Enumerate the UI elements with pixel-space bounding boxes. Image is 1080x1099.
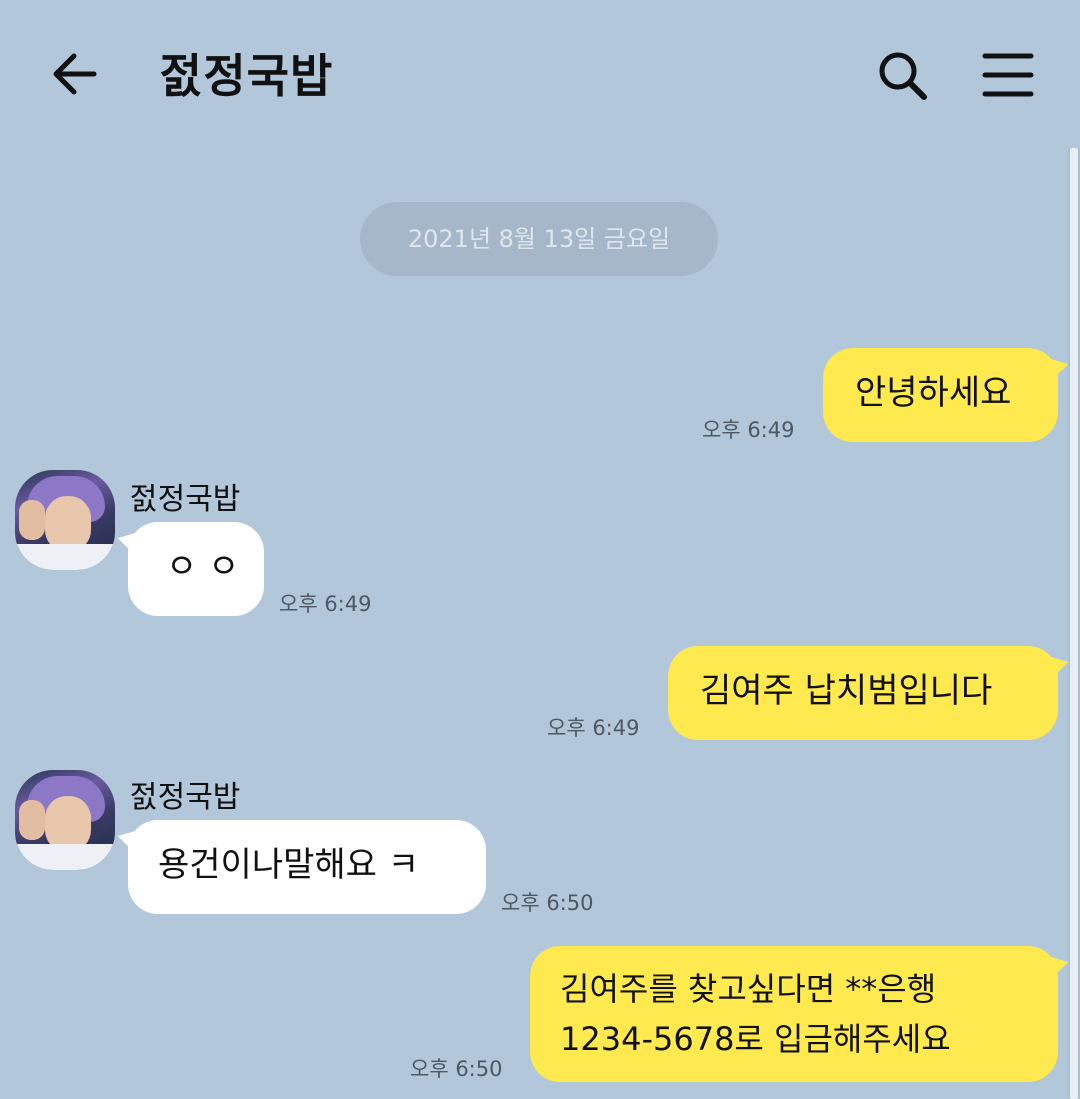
chat-title: 젌정국밥 bbox=[160, 49, 334, 103]
sender-name: 젌정국밥 bbox=[130, 482, 241, 517]
menu-button[interactable] bbox=[980, 50, 1036, 100]
message-text-line: 1234-5678로 입금해주세요 bbox=[560, 1020, 951, 1058]
avatar[interactable] bbox=[15, 770, 115, 870]
back-arrow-icon bbox=[53, 53, 97, 95]
search-icon bbox=[879, 52, 927, 100]
chat-header: 젌정국밥 bbox=[0, 0, 1080, 150]
search-button[interactable] bbox=[872, 46, 932, 106]
my-message-bubble[interactable]: 김여주 납치범입니다 bbox=[668, 646, 1058, 740]
other-message-bubble[interactable]: ㅇ ㅇ bbox=[128, 522, 264, 616]
menu-icon bbox=[982, 53, 1034, 97]
scrollbar-thumb[interactable] bbox=[1070, 148, 1078, 1099]
message-text-line: 김여주를 찾고싶다면 **은행 bbox=[560, 970, 937, 1008]
back-button[interactable] bbox=[48, 48, 104, 100]
message-time: 오후 6:49 bbox=[702, 418, 795, 442]
sender-name: 젌정국밥 bbox=[130, 780, 241, 815]
avatar[interactable] bbox=[15, 470, 115, 570]
date-divider: 2021년 8월 13일 금요일 bbox=[360, 202, 718, 276]
message-time: 오후 6:49 bbox=[279, 592, 372, 616]
message-time: 오후 6:49 bbox=[547, 716, 640, 740]
message-text: 용건이나말해요 ㅋ bbox=[158, 845, 420, 885]
message-time: 오후 6:50 bbox=[410, 1057, 503, 1081]
my-message-bubble[interactable]: 안녕하세요 bbox=[823, 348, 1058, 442]
other-message-bubble[interactable]: 용건이나말해요 ㅋ bbox=[128, 820, 486, 914]
my-message-bubble[interactable]: 김여주를 찾고싶다면 **은행 1234-5678로 입금해주세요 bbox=[530, 946, 1058, 1082]
message-text: ㅇ ㅇ bbox=[166, 547, 240, 587]
message-text: 김여주 납치범입니다 bbox=[700, 671, 993, 711]
message-time: 오후 6:50 bbox=[501, 891, 594, 915]
message-text: 안녕하세요 bbox=[855, 373, 1012, 413]
